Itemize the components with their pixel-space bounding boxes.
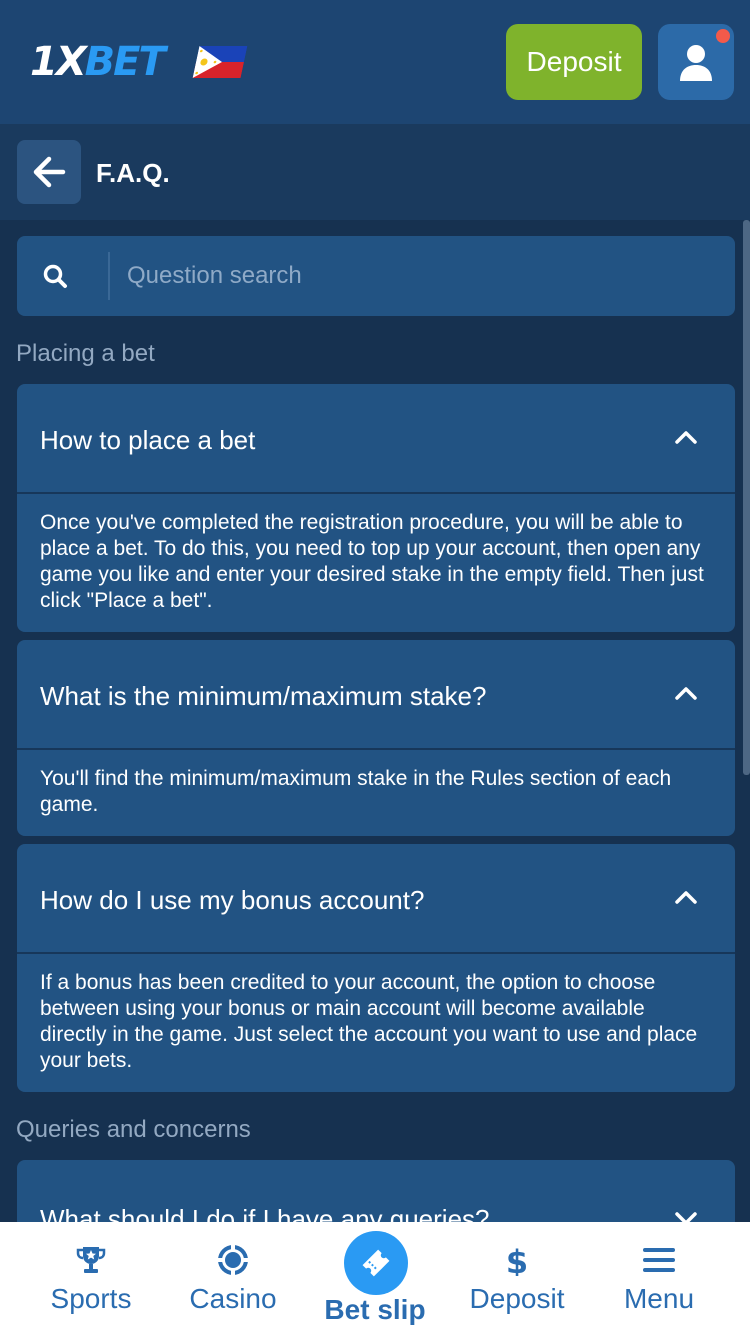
back-button[interactable] bbox=[17, 140, 81, 204]
chevron-up-icon[interactable] bbox=[675, 430, 697, 444]
deposit-button[interactable]: Deposit bbox=[506, 24, 642, 100]
nav-label-bet-slip[interactable]: Bet slip bbox=[300, 1295, 450, 1325]
trophy-icon bbox=[76, 1247, 106, 1273]
app-header: 1XBET Deposit bbox=[0, 0, 750, 124]
section-label-placing-a-bet: Placing a bet bbox=[16, 340, 155, 367]
nav-label-casino: Casino bbox=[189, 1283, 277, 1314]
search-box[interactable] bbox=[17, 236, 735, 316]
search-icon bbox=[43, 264, 67, 288]
nav-label-menu: Menu bbox=[623, 1283, 695, 1314]
arrow-left-icon bbox=[33, 156, 66, 188]
faq-question: How to place a bet bbox=[40, 425, 256, 455]
faq-item[interactable]: What is the minimum/maximum stake? You'l… bbox=[17, 640, 735, 836]
faq-answer: You'll find the minimum/maximum stake in… bbox=[40, 767, 672, 816]
ticket-icon bbox=[362, 1249, 390, 1277]
nav-item-bet-slip[interactable] bbox=[344, 1231, 408, 1295]
dollar-icon: $ bbox=[506, 1244, 528, 1276]
faq-item[interactable]: How do I use my bonus account? If a bonu… bbox=[17, 844, 735, 1092]
brand-logo[interactable]: 1XBET bbox=[30, 39, 166, 85]
nav-label-deposit: Deposit bbox=[469, 1283, 565, 1314]
nav-item-casino[interactable]: Casino bbox=[158, 1222, 308, 1334]
notification-dot bbox=[716, 29, 730, 43]
faq-item[interactable]: How to place a bet Once you've completed… bbox=[17, 384, 735, 632]
nav-item-deposit[interactable]: $ Deposit bbox=[442, 1222, 592, 1334]
faq-question: What is the minimum/maximum stake? bbox=[40, 681, 487, 711]
faq-question-row[interactable]: How to place a bet bbox=[17, 384, 735, 494]
casino-chip-icon bbox=[218, 1245, 248, 1275]
title-bar: F.A.Q. bbox=[0, 124, 750, 220]
section-label-queries-and-concerns: Queries and concerns bbox=[16, 1116, 251, 1143]
user-icon bbox=[680, 45, 712, 81]
nav-item-menu[interactable]: Menu bbox=[584, 1222, 734, 1334]
faq-answer: If a bonus has been credited to your acc… bbox=[40, 971, 698, 1072]
chevron-up-icon[interactable] bbox=[675, 686, 697, 700]
faq-question-row[interactable]: What is the minimum/maximum stake? bbox=[17, 640, 735, 750]
nav-item-sports[interactable]: Sports bbox=[16, 1222, 166, 1334]
search-input[interactable] bbox=[127, 256, 717, 296]
logo-prefix: 1X bbox=[30, 39, 87, 85]
logo-suffix: BET bbox=[84, 39, 166, 85]
faq-question-row[interactable]: How do I use my bonus account? bbox=[17, 844, 735, 954]
scrollbar[interactable] bbox=[743, 220, 750, 775]
chevron-up-icon[interactable] bbox=[675, 890, 697, 904]
page-title: F.A.Q. bbox=[96, 158, 170, 188]
search-divider bbox=[108, 252, 110, 300]
faq-answer: Once you've completed the registration p… bbox=[40, 511, 704, 612]
philippines-flag-icon[interactable] bbox=[192, 46, 248, 78]
hamburger-menu-icon bbox=[643, 1248, 675, 1272]
faq-question: How do I use my bonus account? bbox=[40, 885, 425, 915]
profile-button[interactable] bbox=[658, 24, 734, 100]
svg-text:$: $ bbox=[506, 1244, 528, 1276]
nav-label-sports: Sports bbox=[50, 1283, 132, 1314]
